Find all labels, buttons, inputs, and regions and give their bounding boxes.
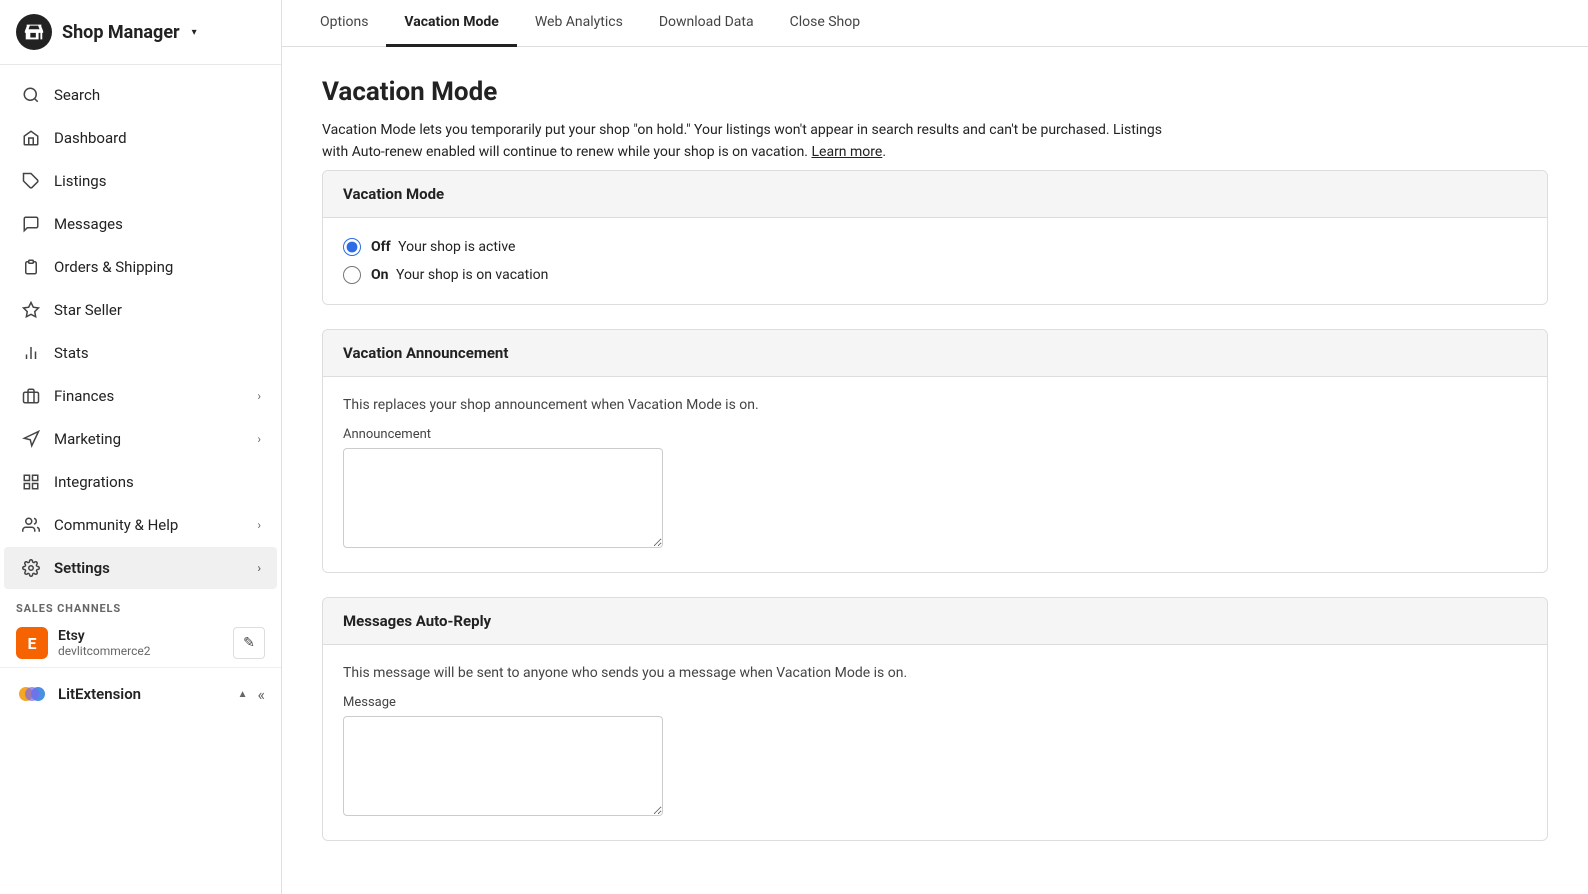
tab-download-data[interactable]: Download Data — [641, 0, 772, 47]
sidebar-label-listings: Listings — [54, 172, 261, 190]
shop-manager-logo — [16, 14, 52, 50]
shop-manager-header[interactable]: Shop Manager ▾ — [0, 0, 281, 65]
sidebar-nav: Search Dashboard Listings Messages — [0, 65, 281, 894]
tabs-bar: Options Vacation Mode Web Analytics Down… — [282, 0, 1588, 47]
litextension-logo — [16, 678, 48, 710]
vacation-announcement-card-header: Vacation Announcement — [323, 330, 1547, 377]
sidebar-item-integrations[interactable]: Integrations — [4, 461, 277, 503]
messages-autoreply-card: Messages Auto-Reply This message will be… — [322, 597, 1548, 841]
sidebar-label-messages: Messages — [54, 215, 261, 233]
page-description: Vacation Mode lets you temporarily put y… — [322, 119, 1162, 164]
sidebar-label-star-seller: Star Seller — [54, 301, 261, 319]
tab-close-shop[interactable]: Close Shop — [772, 0, 879, 47]
tab-web-analytics[interactable]: Web Analytics — [517, 0, 641, 47]
radio-off-input[interactable] — [343, 238, 361, 256]
radio-off-desc: Your shop is active — [398, 239, 515, 255]
collapse-icon[interactable]: « — [257, 685, 265, 704]
vacation-mode-card-body: Off Your shop is active On Your shop is … — [323, 218, 1547, 304]
home-icon — [20, 127, 42, 149]
marketing-arrow: › — [257, 432, 261, 446]
sidebar-item-settings[interactable]: Settings › — [4, 547, 277, 589]
finances-arrow: › — [257, 389, 261, 403]
etsy-channel-item[interactable]: E Etsy devlitcommerce2 ✎ — [0, 619, 281, 667]
radio-on-label: On — [371, 267, 389, 283]
sidebar-label-marketing: Marketing — [54, 430, 245, 448]
sales-channels-label: SALES CHANNELS — [0, 590, 281, 619]
sidebar-label-integrations: Integrations — [54, 473, 261, 491]
learn-more-link[interactable]: Learn more — [811, 144, 882, 160]
grid-icon — [20, 471, 42, 493]
radio-off-label: Off — [371, 239, 391, 255]
sidebar: Shop Manager ▾ Search Dashboard Listings — [0, 0, 282, 894]
search-icon — [20, 84, 42, 106]
sidebar-item-messages[interactable]: Messages — [4, 203, 277, 245]
message-icon — [20, 213, 42, 235]
vacation-mode-radio-group: Off Your shop is active On Your shop is … — [343, 238, 1527, 284]
sidebar-label-settings: Settings — [54, 559, 245, 577]
sidebar-item-star-seller[interactable]: Star Seller — [4, 289, 277, 331]
vacation-announcement-card: Vacation Announcement This replaces your… — [322, 329, 1548, 573]
content-area: Vacation Mode Vacation Mode lets you tem… — [282, 47, 1588, 894]
gear-icon — [20, 557, 42, 579]
star-icon — [20, 299, 42, 321]
messages-autoreply-card-header: Messages Auto-Reply — [323, 598, 1547, 645]
main-content: Options Vacation Mode Web Analytics Down… — [282, 0, 1588, 894]
bank-icon — [20, 385, 42, 407]
radio-on-input[interactable] — [343, 266, 361, 284]
edit-icon: ✎ — [243, 635, 255, 651]
etsy-info: Etsy devlitcommerce2 — [58, 628, 223, 658]
litextension-caret: ▲ — [238, 689, 248, 700]
sidebar-label-dashboard: Dashboard — [54, 129, 261, 147]
messages-autoreply-card-body: This message will be sent to anyone who … — [323, 645, 1547, 840]
megaphone-icon — [20, 428, 42, 450]
bar-chart-icon — [20, 342, 42, 364]
page-title: Vacation Mode — [322, 77, 1548, 107]
sidebar-item-finances[interactable]: Finances › — [4, 375, 277, 417]
sidebar-item-stats[interactable]: Stats — [4, 332, 277, 374]
sidebar-label-finances: Finances — [54, 387, 245, 405]
sidebar-label-stats: Stats — [54, 344, 261, 362]
sidebar-item-search[interactable]: Search — [4, 74, 277, 116]
etsy-sub: devlitcommerce2 — [58, 644, 223, 658]
sidebar-label-orders-shipping: Orders & Shipping — [54, 258, 261, 276]
announcement-field-label: Announcement — [343, 427, 1527, 442]
litextension-name: LitExtension — [58, 685, 228, 703]
sidebar-item-dashboard[interactable]: Dashboard — [4, 117, 277, 159]
tab-options[interactable]: Options — [302, 0, 386, 47]
people-icon — [20, 514, 42, 536]
radio-on-desc: Your shop is on vacation — [396, 267, 548, 283]
vacation-mode-card-header: Vacation Mode — [323, 171, 1547, 218]
messages-autoreply-description: This message will be sent to anyone who … — [343, 665, 1527, 681]
announcement-textarea[interactable] — [343, 448, 663, 548]
vacation-announcement-card-body: This replaces your shop announcement whe… — [323, 377, 1547, 572]
vacation-announcement-description: This replaces your shop announcement whe… — [343, 397, 1527, 413]
sidebar-item-community-help[interactable]: Community & Help › — [4, 504, 277, 546]
message-field-label: Message — [343, 695, 1527, 710]
clipboard-icon — [20, 256, 42, 278]
sidebar-label-search: Search — [54, 86, 261, 104]
radio-on-item[interactable]: On Your shop is on vacation — [343, 266, 1527, 284]
settings-arrow: › — [257, 561, 261, 575]
message-textarea[interactable] — [343, 716, 663, 816]
sidebar-item-listings[interactable]: Listings — [4, 160, 277, 202]
tab-vacation-mode[interactable]: Vacation Mode — [386, 0, 516, 47]
sidebar-item-marketing[interactable]: Marketing › — [4, 418, 277, 460]
community-help-arrow: › — [257, 518, 261, 532]
shop-manager-title: Shop Manager — [62, 22, 180, 43]
etsy-logo: E — [16, 627, 48, 659]
vacation-mode-card: Vacation Mode Off Your shop is active On — [322, 170, 1548, 305]
tag-icon — [20, 170, 42, 192]
etsy-name: Etsy — [58, 628, 223, 644]
radio-off-item[interactable]: Off Your shop is active — [343, 238, 1527, 256]
sidebar-label-community-help: Community & Help — [54, 516, 245, 534]
litextension-item[interactable]: LitExtension ▲ « — [0, 667, 281, 720]
etsy-edit-button[interactable]: ✎ — [233, 627, 265, 659]
shop-manager-caret: ▾ — [192, 27, 197, 38]
sidebar-item-orders-shipping[interactable]: Orders & Shipping — [4, 246, 277, 288]
